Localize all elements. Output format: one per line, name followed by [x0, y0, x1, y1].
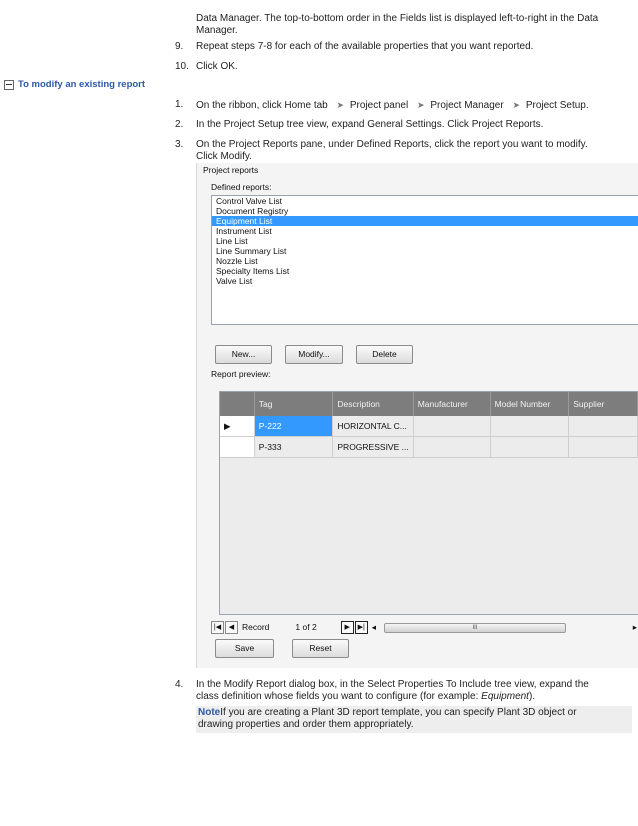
- step-10-text: Click OK.: [196, 61, 238, 72]
- report-item[interactable]: Line List: [212, 236, 638, 246]
- tag-cell[interactable]: P-333: [254, 436, 334, 458]
- step-1-number: 1.: [175, 99, 184, 110]
- horizontal-scrollbar[interactable]: III: [380, 623, 633, 633]
- model-number-cell[interactable]: [490, 416, 570, 437]
- note-line-1: NoteIf you are creating a Plant 3D repor…: [198, 707, 632, 719]
- arrow-right-icon: ➤: [417, 100, 425, 110]
- report-preview-grid[interactable]: Tag Description Manufacturer Model Numbe…: [219, 391, 638, 615]
- delete-report-button[interactable]: Delete: [356, 345, 413, 364]
- step-4-text: In the Modify Report dialog box, in the …: [196, 679, 616, 703]
- defined-reports-label: Defined reports:: [211, 182, 272, 192]
- next-record-icon[interactable]: ▶: [340, 620, 354, 634]
- step-4-line-2: class definition whose fields you want t…: [196, 691, 616, 703]
- last-record-icon[interactable]: ▶|: [354, 620, 368, 634]
- column-header[interactable]: Tag: [254, 392, 334, 416]
- note-line-1-text: If you are creating a Plant 3D report te…: [220, 707, 577, 718]
- step-4-example: Equipment: [481, 691, 529, 702]
- report-preview-label: Report preview:: [211, 369, 271, 379]
- section-title[interactable]: To modify an existing report: [18, 79, 145, 90]
- step-9-number: 9.: [175, 41, 184, 52]
- grid-header-row: Tag Description Manufacturer Model Numbe…: [220, 392, 638, 416]
- continued-line-1: Data Manager. The top-to-bottom order in…: [196, 13, 599, 24]
- step-2-text: In the Project Setup tree view, expand G…: [196, 119, 544, 130]
- note-label: Note: [198, 707, 221, 718]
- record-navigator: |◀ ◀ Record 1 of 2 ▶ ▶| ◂ III ▸: [211, 620, 637, 634]
- collapse-minus-icon[interactable]: [4, 79, 14, 90]
- first-record-icon[interactable]: |◀: [211, 620, 224, 634]
- model-number-cell[interactable]: [490, 436, 570, 458]
- record-position: 1 of 2: [295, 622, 317, 632]
- grid-corner-cell: [220, 392, 255, 416]
- step-1-text: On the ribbon, click Home tab ➤ Project …: [196, 99, 616, 112]
- step-2-number: 2.: [175, 119, 184, 130]
- project-reports-panel: Project reports Defined reports: Control…: [196, 163, 638, 668]
- step-10-number: 10.: [175, 61, 189, 72]
- defined-reports-list[interactable]: Control Valve List Document Registry Equ…: [211, 195, 638, 325]
- manufacturer-cell[interactable]: [413, 436, 491, 458]
- section-toggle[interactable]: To modify an existing report: [4, 79, 145, 90]
- report-item[interactable]: Document Registry: [212, 206, 638, 216]
- description-cell[interactable]: HORIZONTAL C...: [332, 416, 414, 437]
- supplier-cell[interactable]: [568, 436, 638, 458]
- arrow-right-icon: ➤: [336, 100, 345, 110]
- manufacturer-cell[interactable]: [413, 416, 491, 437]
- table-row[interactable]: P-333 PROGRESSIVE ...: [220, 436, 638, 458]
- report-item-selected[interactable]: Equipment List: [212, 216, 638, 226]
- row-marker-icon: ▶: [220, 416, 255, 437]
- column-header[interactable]: Model Number: [490, 392, 570, 416]
- step-1-part-setup: Project Setup.: [525, 100, 589, 111]
- continued-paragraph: Data Manager. The top-to-bottom order in…: [196, 13, 616, 37]
- report-item[interactable]: Valve List: [212, 276, 638, 286]
- note-line-2: drawing properties and order them approp…: [198, 719, 414, 730]
- modify-report-button[interactable]: Modify...: [285, 345, 343, 364]
- description-cell[interactable]: PROGRESSIVE ...: [332, 436, 414, 458]
- new-report-button[interactable]: New...: [215, 345, 272, 364]
- table-row[interactable]: ▶ P-222 HORIZONTAL C...: [220, 416, 638, 437]
- supplier-cell[interactable]: [568, 416, 638, 437]
- row-marker-icon: [220, 436, 255, 458]
- column-header[interactable]: Manufacturer: [413, 392, 491, 416]
- scroll-right-icon[interactable]: ▸: [633, 622, 637, 633]
- report-item[interactable]: Control Valve List: [212, 196, 638, 206]
- step-1-part-manager: Project Manager: [430, 100, 504, 111]
- arrow-right-icon: ➤: [512, 100, 521, 110]
- previous-record-icon[interactable]: ◀: [225, 620, 238, 634]
- step-3-text: On the Project Reports pane, under Defin…: [196, 139, 616, 163]
- scrollbar-thumb[interactable]: III: [383, 623, 566, 633]
- save-button[interactable]: Save: [215, 639, 274, 658]
- continued-line-2: Manager.: [196, 25, 238, 36]
- report-item[interactable]: Instrument List: [212, 226, 638, 236]
- column-header[interactable]: Supplier: [568, 392, 638, 416]
- note-box: NoteIf you are creating a Plant 3D repor…: [196, 706, 632, 733]
- record-label: Record: [242, 622, 270, 632]
- report-item[interactable]: Line Summary List: [212, 246, 638, 256]
- step-4-line-1: In the Modify Report dialog box, in the …: [196, 679, 589, 690]
- step-4-line-2-text: class definition whose fields you want t…: [196, 691, 482, 702]
- step-1-part-panel: Project panel: [349, 100, 409, 111]
- report-item[interactable]: Specialty Items List: [212, 266, 638, 276]
- report-item[interactable]: Nozzle List: [212, 256, 638, 266]
- step-3-line-1: On the Project Reports pane, under Defin…: [196, 139, 588, 150]
- step-3-number: 3.: [175, 139, 184, 150]
- tag-cell[interactable]: P-222: [254, 416, 334, 437]
- reset-button[interactable]: Reset: [292, 639, 349, 658]
- panel-title: Project reports: [203, 165, 259, 175]
- step-4-number: 4.: [175, 679, 184, 690]
- step-1-part-home: On the ribbon, click Home tab: [196, 100, 328, 111]
- step-9-text: Repeat steps 7-8 for each of the availab…: [196, 41, 534, 52]
- step-4-end: ).: [528, 691, 536, 702]
- scroll-left-icon[interactable]: ◂: [372, 622, 376, 633]
- step-3-line-2: Click Modify.: [196, 151, 252, 162]
- column-header[interactable]: Description: [332, 392, 414, 416]
